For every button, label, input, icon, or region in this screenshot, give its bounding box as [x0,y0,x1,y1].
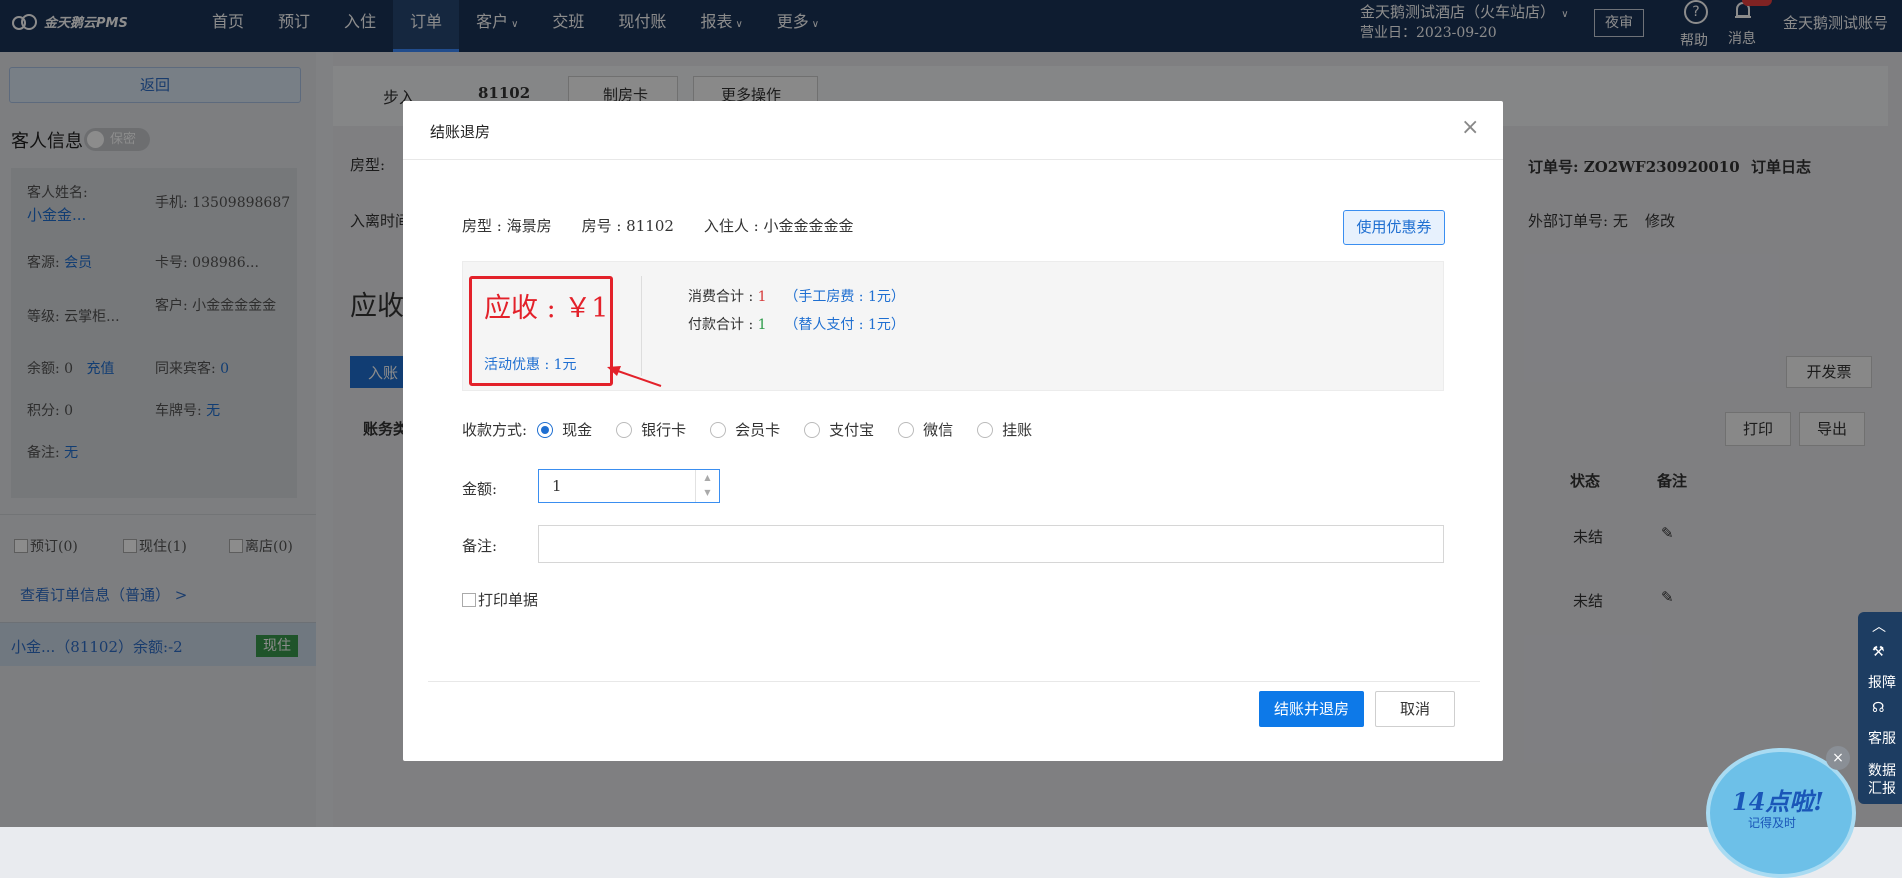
checkout-confirm-button[interactable]: 结账并退房 [1259,691,1364,727]
fee-summary-panel: 应收 : ￥1 活动优惠 : 1元 消费合计 : 1 （手工房费 : 1元） 付… [462,261,1444,391]
floating-toolbar: ︿ ⚒ 报障 ☊ 客服 数据汇报 [1858,612,1902,804]
wrench-icon[interactable]: ⚒ [1872,644,1885,660]
annotation-arrow-icon [607,366,662,387]
service-label[interactable]: 客服 [1868,728,1896,748]
radio-icon[interactable] [804,421,821,438]
divider [641,276,642,376]
radio-label: 会员卡 [735,421,781,439]
chevron-up-icon[interactable]: ︿ [1872,616,1886,636]
promo-headline: 14点啦! [1732,787,1824,816]
payment-value: 1 [757,317,767,333]
stepper-up-icon[interactable]: ▲ [696,470,719,485]
headset-icon[interactable]: ☊ [1872,700,1884,716]
radio-label: 银行卡 [641,421,687,439]
radio-alipay[interactable]: 支付宝 [804,419,874,440]
amount-label: 金额: [462,480,498,498]
payment-method-label: 收款方式: [462,421,528,439]
use-coupon-button[interactable]: 使用优惠券 [1343,210,1445,245]
close-icon[interactable]: × [1826,746,1850,770]
radio-icon[interactable] [898,421,915,438]
consumption-total: 消费合计 : 1 （手工房费 : 1元） [688,286,905,306]
cancel-button[interactable]: 取消 [1375,691,1455,727]
radio-label: 微信 [923,421,954,439]
dialog-title: 结账退房 [430,123,491,141]
remark-label: 备注: [462,537,498,555]
divider [428,681,1480,682]
print-receipt-label: 打印单据 [478,591,539,609]
room-summary: 房型 : 海景房 房号 : 81102 入住人 : 小金金金金金 [462,215,854,236]
data-report-label[interactable]: 数据汇报 [1868,762,1898,798]
radio-selected-icon[interactable] [537,421,554,438]
radio-label: 支付宝 [829,421,875,439]
radio-label: 现金 [562,421,593,439]
radio-cash[interactable]: 现金 [537,419,592,440]
divider [403,159,1503,160]
print-receipt-checkbox[interactable]: 打印单据 [462,589,538,610]
consume-label: 消费合计 : [688,289,758,305]
promo-subtext: 记得及时 [1748,816,1797,830]
checkout-dialog: 结账退房 × 房型 : 海景房 房号 : 81102 入住人 : 小金金金金金 … [403,101,1503,761]
radio-icon[interactable] [977,421,994,438]
room-number: 房号 : 81102 [581,217,674,235]
consume-detail: （手工房费 : 1元） [784,289,905,305]
radio-icon[interactable] [710,421,727,438]
radio-wechat[interactable]: 微信 [898,419,953,440]
amount-stepper[interactable]: ▲ ▼ [695,470,719,502]
consume-value: 1 [757,289,767,305]
activity-discount: 活动优惠 : 1元 [484,357,577,373]
amount-input[interactable]: 1 ▲ ▼ [538,469,720,503]
radio-icon[interactable] [616,421,633,438]
payment-label: 付款合计 : [688,317,758,333]
report-issue-label[interactable]: 报障 [1868,672,1896,692]
remark-input[interactable] [538,525,1444,563]
payment-detail: （替人支付 : 1元） [784,317,905,333]
radio-on-account[interactable]: 挂账 [977,419,1032,440]
payment-method-group: 收款方式: 现金 银行卡 会员卡 支付宝 微信 挂账 [462,419,1056,440]
radio-label: 挂账 [1002,421,1033,439]
stepper-down-icon[interactable]: ▼ [696,485,719,500]
amount-value: 1 [552,477,562,495]
radio-bank-card[interactable]: 银行卡 [616,419,686,440]
receivable-amount: 应收 : ￥1 [484,293,609,324]
guest-name: 入住人 : 小金金金金金 [703,217,854,235]
room-type: 房型 : 海景房 [462,217,552,235]
close-icon[interactable]: × [1461,115,1479,140]
receivable-highlight-box: 应收 : ￥1 活动优惠 : 1元 [469,276,613,386]
checkbox[interactable] [462,592,476,607]
radio-member-card[interactable]: 会员卡 [710,419,780,440]
payment-total: 付款合计 : 1 （替人支付 : 1元） [688,314,905,334]
